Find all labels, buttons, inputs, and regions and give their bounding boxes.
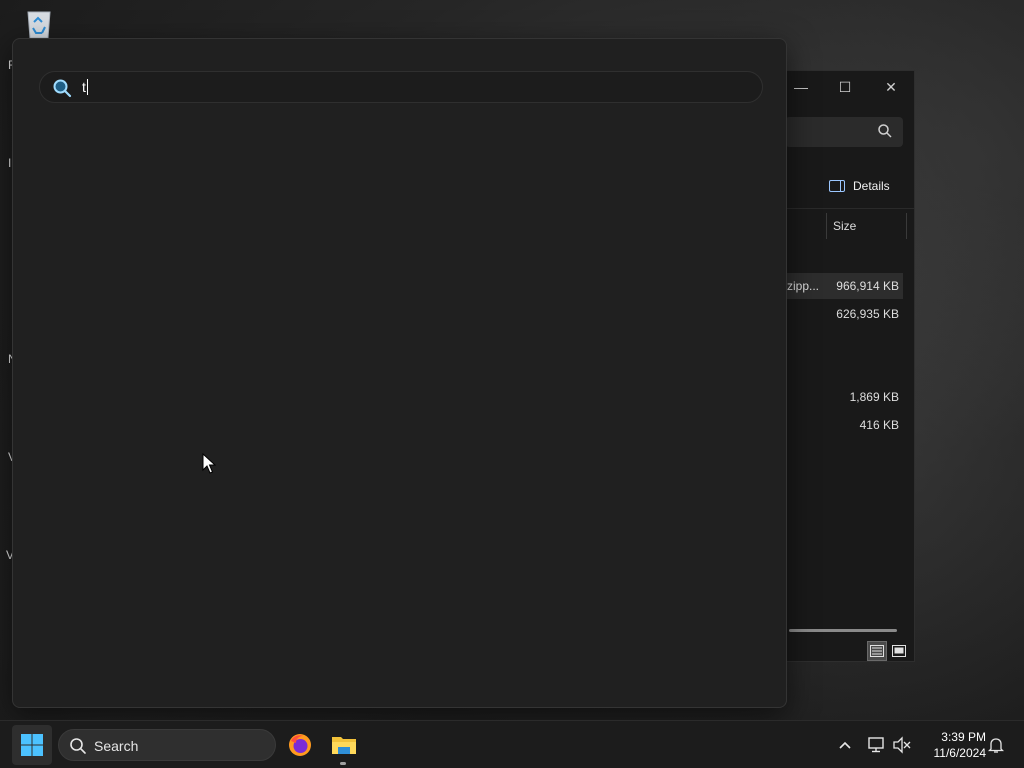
column-separator[interactable] — [906, 213, 907, 239]
column-separator[interactable] — [826, 213, 827, 239]
list-view-icon — [870, 645, 884, 657]
taskbar-search-box[interactable]: Search — [58, 729, 276, 761]
details-view-button[interactable] — [867, 641, 887, 661]
minimize-button[interactable]: — — [781, 75, 821, 99]
network-status-button[interactable] — [865, 733, 889, 757]
search-launcher-panel: t — [12, 38, 787, 708]
details-pane-icon — [829, 180, 845, 192]
close-button[interactable]: ✕ — [871, 75, 911, 99]
volume-button[interactable] — [890, 733, 914, 757]
file-size: 1,869 KB — [849, 390, 899, 404]
launcher-search-input[interactable]: t — [39, 71, 763, 103]
file-name: zipp... — [787, 279, 820, 293]
search-icon — [70, 738, 86, 754]
system-clock[interactable]: 3:39 PM 11/6/2024 — [920, 729, 987, 761]
taskbar-search-label: Search — [94, 738, 139, 754]
text-caret — [86, 79, 88, 95]
clock-time: 3:39 PM — [941, 730, 986, 744]
taskbar-firefox[interactable] — [282, 727, 318, 763]
explorer-search-box[interactable] — [785, 117, 903, 147]
start-button[interactable] — [12, 725, 52, 765]
bell-icon — [988, 738, 1004, 753]
column-header-size[interactable]: Size — [833, 219, 856, 233]
query-value: t — [82, 79, 86, 95]
running-indicator — [340, 762, 346, 765]
chevron-up-icon — [839, 741, 851, 749]
file-size: 626,935 KB — [836, 307, 899, 321]
maximize-button[interactable]: ☐ — [825, 75, 865, 99]
clock-date: 11/6/2024 — [933, 746, 987, 760]
volume-muted-icon — [893, 736, 911, 754]
search-query-text: t — [82, 79, 88, 95]
mouse-cursor-icon — [202, 453, 216, 474]
network-icon — [868, 737, 884, 753]
file-size: 966,914 KB — [836, 279, 899, 293]
large-icons-view-button[interactable] — [889, 641, 909, 661]
file-size: 416 KB — [859, 418, 899, 432]
taskbar: Search 3:39 PM 11/6/2024 — [0, 720, 1024, 768]
search-icon — [878, 124, 892, 138]
search-icon — [53, 79, 72, 98]
folder-icon — [332, 737, 356, 754]
horizontal-scrollbar[interactable] — [789, 629, 897, 632]
details-label: Details — [853, 179, 890, 193]
windows-logo-icon — [21, 734, 43, 756]
show-hidden-icons-button[interactable] — [833, 733, 857, 757]
firefox-icon — [289, 734, 311, 756]
recycle-bin-icon[interactable] — [22, 8, 56, 40]
details-pane-button[interactable]: Details — [829, 179, 890, 193]
desktop-icon-label-2[interactable]: I — [8, 156, 11, 170]
taskbar-file-explorer[interactable] — [326, 727, 362, 765]
notifications-button[interactable] — [984, 733, 1008, 757]
thumbnail-view-icon — [892, 645, 906, 657]
